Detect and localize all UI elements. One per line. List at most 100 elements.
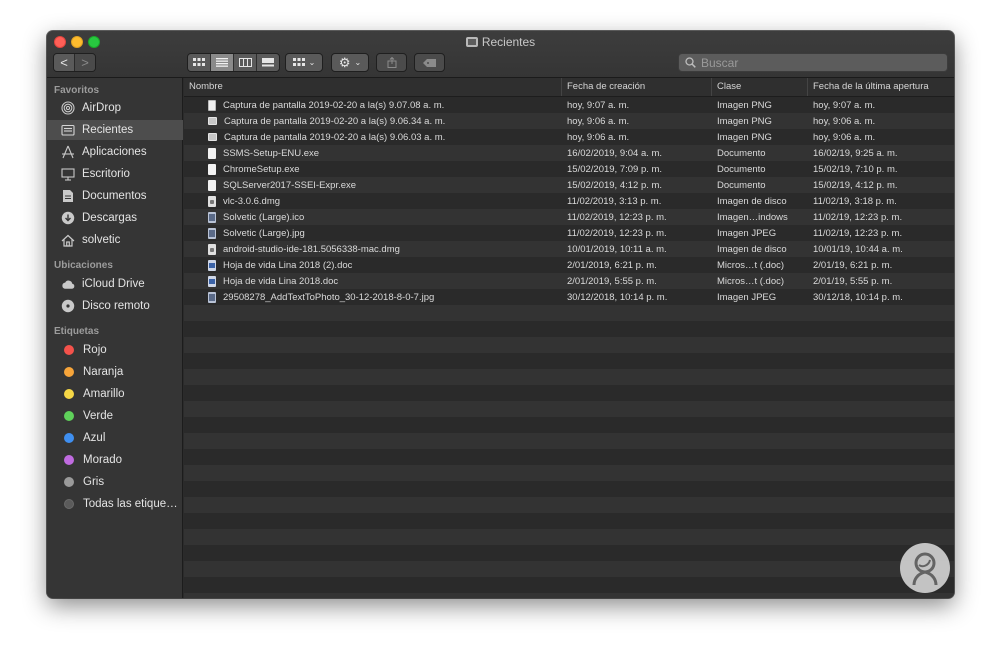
blue-tag-dot-icon [64, 433, 74, 443]
table-row[interactable]: Solvetic (Large).ico 11/02/2019, 12:23 p.… [184, 209, 954, 225]
yellow-tag-dot-icon [64, 389, 74, 399]
file-icon [208, 99, 216, 111]
sidebar-item-icloud-drive[interactable]: iCloud Drive [47, 274, 183, 294]
cell-created: 11/02/2019, 3:13 p. m. [567, 195, 662, 207]
sidebar-tag-amarillo[interactable]: Amarillo [47, 384, 183, 404]
forward-button[interactable]: > [74, 54, 95, 71]
group-by-button[interactable]: ⌄ [285, 53, 323, 72]
sidebar-item-recientes[interactable]: Recientes [47, 120, 183, 140]
sidebar-item-airdrop[interactable]: AirDrop [47, 98, 183, 118]
table-row[interactable]: 29508278_AddTextToPhoto_30-12-2018-8-0-7… [184, 289, 954, 305]
cell-opened: hoy, 9:07 a. m. [813, 99, 876, 111]
cell-opened: hoy, 9:06 a. m. [813, 131, 876, 143]
sidebar-item-documentos[interactable]: Documentos [47, 186, 183, 206]
table-row[interactable]: Solvetic (Large).jpg 11/02/2019, 12:23 p.… [184, 225, 954, 241]
empty-row [184, 321, 954, 337]
purple-tag-dot-icon [64, 455, 74, 465]
sidebar-tag-verde[interactable]: Verde [47, 406, 183, 426]
file-icon [208, 133, 217, 141]
file-icon [208, 163, 216, 175]
sidebar-tag-rojo[interactable]: Rojo [47, 340, 183, 360]
sidebar-item-aplicaciones[interactable]: Aplicaciones [47, 142, 183, 162]
cell-kind: Imagen…indows [717, 211, 788, 223]
file-name: Solvetic (Large).ico [223, 211, 305, 223]
solvetic-logo-icon [912, 552, 938, 586]
empty-row [184, 433, 954, 449]
cell-kind: Imagen PNG [717, 115, 772, 127]
empty-row [184, 369, 954, 385]
cell-created: 2/01/2019, 5:55 p. m. [567, 275, 657, 287]
remote-disc-icon [61, 299, 75, 313]
sidebar-tag-todas[interactable]: Todas las etique… [47, 494, 183, 514]
gallery-view-button[interactable] [256, 54, 279, 71]
cell-opened: hoy, 9:06 a. m. [813, 115, 876, 127]
table-row[interactable]: Hoja de vida Lina 2018.doc 2/01/2019, 5:5… [184, 273, 954, 289]
airdrop-icon [61, 101, 75, 115]
column-header-nombre[interactable]: Nombre [184, 78, 562, 96]
cell-kind: Documento [717, 147, 766, 159]
sidebar-item-label: Morado [83, 454, 122, 466]
sidebar-item-descargas[interactable]: Descargas [47, 208, 183, 228]
sidebar-tag-naranja[interactable]: Naranja [47, 362, 183, 382]
window-title: Recientes [47, 35, 954, 49]
empty-row [184, 481, 954, 497]
home-icon [61, 233, 75, 247]
cell-kind: Documento [717, 179, 766, 191]
chevron-right-icon: > [81, 55, 89, 70]
green-tag-dot-icon [64, 411, 74, 421]
column-header-clase[interactable]: Clase [712, 78, 808, 96]
sidebar-item-solvetic[interactable]: solvetic [47, 230, 183, 250]
cell-kind: Imagen JPEG [717, 227, 777, 239]
cell-name: SQLServer2017-SSEI-Expr.exe [184, 179, 562, 191]
file-icon [208, 117, 217, 125]
sidebar-item-label: Escritorio [82, 168, 130, 180]
solvetic-logo [900, 543, 950, 593]
search-input[interactable] [701, 55, 931, 70]
file-name: Solvetic (Large).jpg [223, 227, 305, 239]
window-title-text: Recientes [481, 35, 536, 49]
table-row[interactable]: SSMS-Setup-ENU.exe 16/02/2019, 9:04 a. m.… [184, 145, 954, 161]
cell-kind: Imagen PNG [717, 99, 772, 111]
sidebar-tag-morado[interactable]: Morado [47, 450, 183, 470]
search-field[interactable] [678, 53, 948, 72]
sidebar-tag-gris[interactable]: Gris [47, 472, 183, 492]
cell-opened: 11/02/19, 12:23 p. m. [813, 211, 903, 223]
table-row[interactable]: Captura de pantalla 2019-02-20 a la(s) 9… [184, 113, 954, 129]
sidebar-item-escritorio[interactable]: Escritorio [47, 164, 183, 184]
cell-created: 10/01/2019, 10:11 a. m. [567, 243, 667, 255]
all-tags-dot-icon [64, 499, 74, 509]
action-button[interactable]: ⚙ ⌄ [331, 53, 369, 72]
sidebar-item-disco-remoto[interactable]: Disco remoto [47, 296, 183, 316]
table-row[interactable]: SQLServer2017-SSEI-Expr.exe 15/02/2019, 4… [184, 177, 954, 193]
list-view-button[interactable] [210, 54, 233, 71]
section-header-etiquetas: Etiquetas [54, 326, 100, 337]
desktop-icon [61, 167, 75, 181]
column-header-fecha-creacion[interactable]: Fecha de creación [562, 78, 712, 96]
empty-row [184, 385, 954, 401]
cell-name: Solvetic (Large).jpg [184, 227, 562, 239]
section-header-ubicaciones: Ubicaciones [54, 260, 113, 271]
table-row[interactable]: android-studio-ide-181.5056338-mac.dmg 10… [184, 241, 954, 257]
table-row[interactable]: Hoja de vida Lina 2018 (2).doc 2/01/2019,… [184, 257, 954, 273]
sidebar: Favoritos AirDrop Recientes Aplicaciones… [47, 78, 183, 598]
tags-button[interactable] [414, 53, 445, 72]
table-row[interactable]: ChromeSetup.exe 15/02/2019, 7:09 p. m. Doc… [184, 161, 954, 177]
file-name: ChromeSetup.exe [223, 163, 300, 175]
back-button[interactable]: < [54, 54, 74, 71]
gray-tag-dot-icon [64, 477, 74, 487]
group-grid-icon [292, 58, 305, 66]
empty-row [184, 337, 954, 353]
empty-row [184, 593, 954, 598]
icon-view-button[interactable] [188, 54, 210, 71]
sidebar-item-label: Azul [83, 432, 106, 444]
table-row[interactable]: vlc-3.0.6.dmg 11/02/2019, 3:13 p. m. Image… [184, 193, 954, 209]
table-row[interactable]: Captura de pantalla 2019-02-20 a la(s) 9… [184, 97, 954, 113]
downloads-icon [61, 211, 75, 225]
column-header-ultima-apertura[interactable]: Fecha de la última apertura [808, 78, 954, 96]
table-row[interactable]: Captura de pantalla 2019-02-20 a la(s) 9… [184, 129, 954, 145]
sidebar-tag-azul[interactable]: Azul [47, 428, 183, 448]
cell-name: Captura de pantalla 2019-02-20 a la(s) 9… [184, 132, 562, 143]
file-name: Hoja de vida Lina 2018.doc [223, 275, 339, 287]
column-view-button[interactable] [233, 54, 256, 71]
share-button[interactable] [376, 53, 407, 72]
